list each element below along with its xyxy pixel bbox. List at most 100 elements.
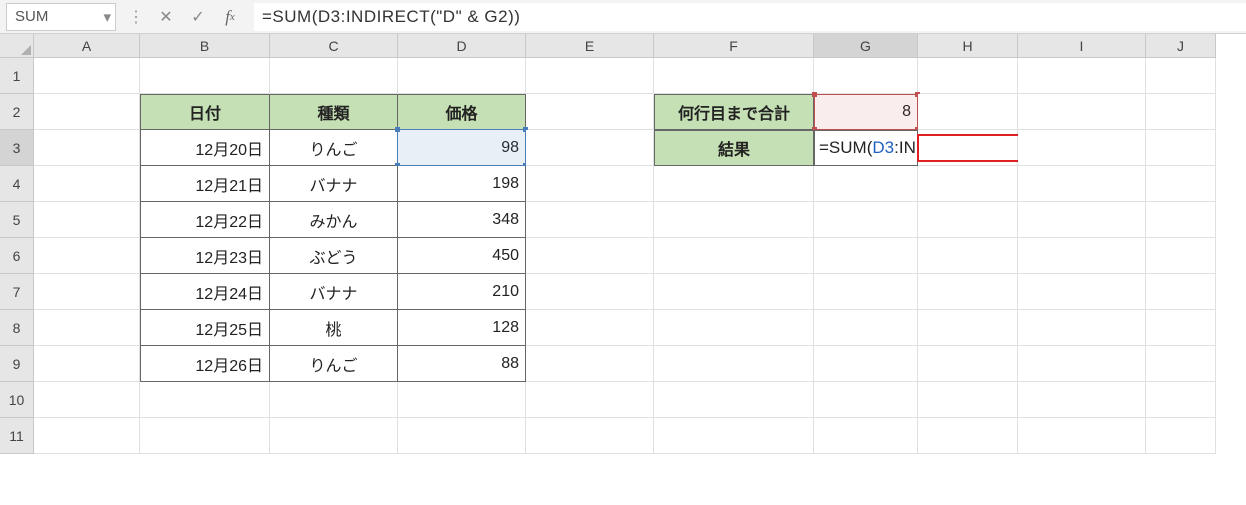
cell-C8[interactable]: 桃 [270, 310, 398, 346]
cell-F2[interactable]: 何行目まで合計 [654, 94, 814, 130]
cell-B8[interactable]: 12月25日 [140, 310, 270, 346]
cell-G5[interactable] [814, 202, 918, 238]
select-all-corner[interactable] [0, 34, 34, 58]
cell-B3[interactable]: 12月20日 [140, 130, 270, 166]
cell-G9[interactable] [814, 346, 918, 382]
cell-I5[interactable] [1018, 202, 1146, 238]
cell-J10[interactable] [1146, 382, 1216, 418]
cell-J2[interactable] [1146, 94, 1216, 130]
cell-I10[interactable] [1018, 382, 1146, 418]
cell-B6[interactable]: 12月23日 [140, 238, 270, 274]
row-header-1[interactable]: 1 [0, 58, 34, 94]
cell-E2[interactable] [526, 94, 654, 130]
row-header-8[interactable]: 8 [0, 310, 34, 346]
col-header-J[interactable]: J [1146, 34, 1216, 58]
cell-E5[interactable] [526, 202, 654, 238]
formula-input[interactable]: =SUM(D3:INDIRECT("D" & G2)) [254, 3, 1246, 31]
cell-H2[interactable] [918, 94, 1018, 130]
cell-I2[interactable] [1018, 94, 1146, 130]
cell-A3[interactable] [34, 130, 140, 166]
cell-H4[interactable] [918, 166, 1018, 202]
cell-F11[interactable] [654, 418, 814, 454]
cell-B10[interactable] [140, 382, 270, 418]
cell-D7[interactable]: 210 [398, 274, 526, 310]
cell-B7[interactable]: 12月24日 [140, 274, 270, 310]
cell-F6[interactable] [654, 238, 814, 274]
cell-I1[interactable] [1018, 58, 1146, 94]
name-box[interactable]: SUM ▾ [6, 3, 116, 31]
cell-B5[interactable]: 12月22日 [140, 202, 270, 238]
cell-C7[interactable]: バナナ [270, 274, 398, 310]
cell-E10[interactable] [526, 382, 654, 418]
cell-J4[interactable] [1146, 166, 1216, 202]
cell-E9[interactable] [526, 346, 654, 382]
row-header-10[interactable]: 10 [0, 382, 34, 418]
cell-I6[interactable] [1018, 238, 1146, 274]
chevron-down-icon[interactable]: ▾ [103, 8, 111, 26]
cell-A6[interactable] [34, 238, 140, 274]
cell-G1[interactable] [814, 58, 918, 94]
cell-B1[interactable] [140, 58, 270, 94]
cell-G4[interactable] [814, 166, 918, 202]
cell-C3[interactable]: りんご [270, 130, 398, 166]
row-header-6[interactable]: 6 [0, 238, 34, 274]
cell-B2[interactable]: 日付 [140, 94, 270, 130]
cell-H9[interactable] [918, 346, 1018, 382]
cell-G7[interactable] [814, 274, 918, 310]
cell-H1[interactable] [918, 58, 1018, 94]
cell-C2[interactable]: 種類 [270, 94, 398, 130]
cell-F3[interactable]: 結果 [654, 130, 814, 166]
cell-E4[interactable] [526, 166, 654, 202]
cell-C1[interactable] [270, 58, 398, 94]
cell-A5[interactable] [34, 202, 140, 238]
cell-F10[interactable] [654, 382, 814, 418]
cell-E3[interactable] [526, 130, 654, 166]
cell-F4[interactable] [654, 166, 814, 202]
cell-I11[interactable] [1018, 418, 1146, 454]
cell-H5[interactable] [918, 202, 1018, 238]
spreadsheet-grid[interactable]: A B C D E F G H I J 1 2 日付 種類 価格 何行目まで合計… [0, 34, 1246, 454]
cell-D10[interactable] [398, 382, 526, 418]
cell-G6[interactable] [814, 238, 918, 274]
cell-G11[interactable] [814, 418, 918, 454]
cell-I9[interactable] [1018, 346, 1146, 382]
cell-I8[interactable] [1018, 310, 1146, 346]
cell-D11[interactable] [398, 418, 526, 454]
cell-G8[interactable] [814, 310, 918, 346]
cell-A2[interactable] [34, 94, 140, 130]
cell-E8[interactable] [526, 310, 654, 346]
cancel-icon[interactable]: ✕ [152, 3, 180, 31]
cell-J8[interactable] [1146, 310, 1216, 346]
cell-A1[interactable] [34, 58, 140, 94]
cell-A7[interactable] [34, 274, 140, 310]
cell-F1[interactable] [654, 58, 814, 94]
cell-H10[interactable] [918, 382, 1018, 418]
cell-J7[interactable] [1146, 274, 1216, 310]
col-header-F[interactable]: F [654, 34, 814, 58]
row-header-3[interactable]: 3 [0, 130, 34, 166]
cell-C4[interactable]: バナナ [270, 166, 398, 202]
cell-I7[interactable] [1018, 274, 1146, 310]
col-header-I[interactable]: I [1018, 34, 1146, 58]
cell-A4[interactable] [34, 166, 140, 202]
cell-D6[interactable]: 450 [398, 238, 526, 274]
cell-D5[interactable]: 348 [398, 202, 526, 238]
cell-H11[interactable] [918, 418, 1018, 454]
cell-F5[interactable] [654, 202, 814, 238]
cell-B11[interactable] [140, 418, 270, 454]
cell-G2[interactable]: 8 [814, 94, 918, 130]
cell-A9[interactable] [34, 346, 140, 382]
cell-J9[interactable] [1146, 346, 1216, 382]
cell-A11[interactable] [34, 418, 140, 454]
cell-C10[interactable] [270, 382, 398, 418]
cell-D1[interactable] [398, 58, 526, 94]
row-header-2[interactable]: 2 [0, 94, 34, 130]
enter-icon[interactable]: ✓ [184, 3, 212, 31]
col-header-G[interactable]: G [814, 34, 918, 58]
cell-J11[interactable] [1146, 418, 1216, 454]
cell-H7[interactable] [918, 274, 1018, 310]
cell-D8[interactable]: 128 [398, 310, 526, 346]
cell-C6[interactable]: ぶどう [270, 238, 398, 274]
cell-I4[interactable] [1018, 166, 1146, 202]
col-header-B[interactable]: B [140, 34, 270, 58]
